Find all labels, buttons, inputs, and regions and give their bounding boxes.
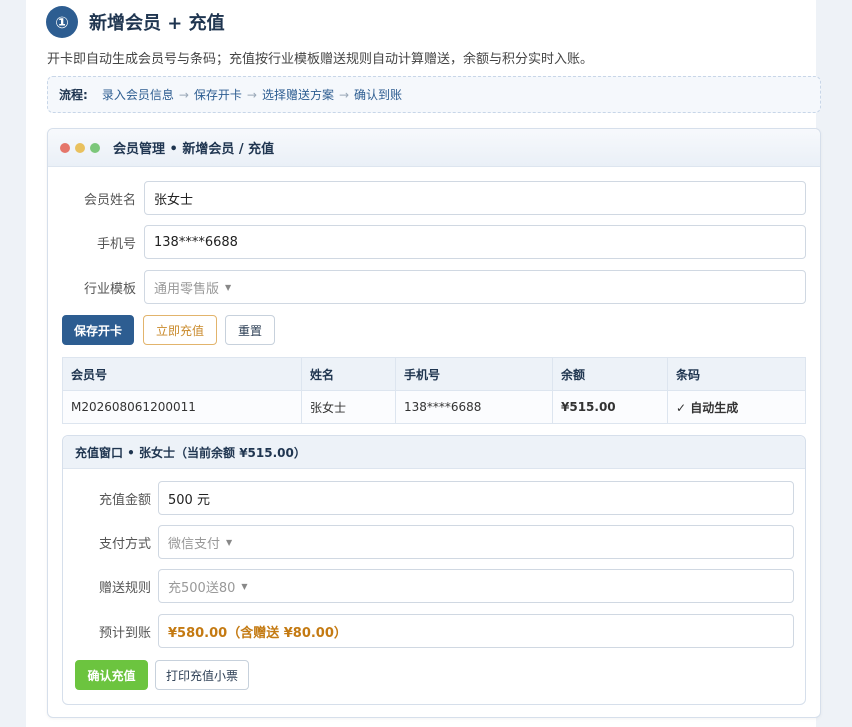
arrow-right-icon: → — [178, 87, 189, 102]
caret-down-icon: ▼ — [226, 537, 233, 547]
bonus-rule-value: 充500送80 — [168, 580, 236, 596]
member-phone-label: 手机号 — [96, 236, 136, 252]
industry-template-row: 行业模板 通用零售版 ▼ — [62, 270, 806, 304]
cell-balance: ¥515.00 — [552, 390, 668, 424]
flow-step-3: 选择赠送方案 — [261, 88, 334, 102]
cell-barcode-status: ✓ 自动生成 — [667, 390, 806, 424]
arrow-right-icon: → — [338, 87, 350, 102]
window-close-icon[interactable] — [60, 142, 70, 153]
flow-label: 流程: — [59, 88, 88, 102]
step-number-badge: ① — [46, 6, 78, 38]
cell-name: 张女士 — [301, 390, 396, 424]
flow-bar: 流程: 录入会员信息 → 保存开卡 → 选择赠送方案 → 确认到账 — [47, 76, 821, 113]
confirm-recharge-button[interactable]: 确认充值 — [75, 660, 148, 690]
recharge-amount-input[interactable]: 500 元 — [158, 481, 794, 515]
arrow-right-icon: → — [246, 87, 257, 102]
member-phone-input[interactable]: 138****6688 — [144, 225, 806, 259]
print-receipt-button[interactable]: 打印充值小票 — [155, 660, 249, 690]
expected-arrival-label: 预计到账 — [98, 625, 151, 641]
payment-method-value: 微信支付 — [168, 536, 221, 552]
flow-step-1: 录入会员信息 — [101, 88, 174, 102]
column-header-phone: 手机号 — [395, 357, 553, 391]
page: ① 新增会员 + 充值 开卡即自动生成会员号与条码；充值按行业模板赠送规则自动计… — [26, 0, 821, 727]
bonus-rule-label: 赠送规则 — [98, 580, 151, 596]
window-titlebar: 会员管理 • 新增会员 / 充值 — [48, 129, 820, 167]
section-header: ① 新增会员 + 充值 — [46, 6, 225, 38]
member-name-row: 会员姓名 张女士 — [62, 181, 806, 215]
cell-phone: 138****6688 — [395, 390, 553, 424]
column-header-barcode: 条码 — [667, 357, 806, 391]
recharge-amount-row: 充值金额 500 元 — [75, 481, 794, 515]
recharge-amount-label: 充值金额 — [98, 492, 151, 508]
payment-method-row: 支付方式 微信支付 ▼ — [75, 525, 794, 559]
member-window: 会员管理 • 新增会员 / 充值 会员姓名 张女士 手机号 138****668… — [47, 128, 821, 718]
member-name-input[interactable]: 张女士 — [144, 181, 806, 215]
bonus-rule-select[interactable]: 充500送80 ▼ — [158, 569, 794, 603]
table-header-row: 会员号 姓名 手机号 余额 条码 — [62, 357, 806, 391]
flow-step-2: 保存开卡 — [193, 88, 242, 102]
window-title: 会员管理 • 新增会员 / 充值 — [113, 142, 275, 157]
expected-arrival-row: 预计到账 ¥580.00（含赠送 ¥80.00） — [75, 614, 794, 648]
window-minimize-icon[interactable] — [75, 142, 85, 153]
column-header-member-no: 会员号 — [62, 357, 302, 391]
flow-step-4: 确认到账 — [354, 88, 403, 102]
recharge-panel-title: 充值窗口 • 张女士（当前余额 ¥515.00） — [63, 436, 805, 469]
recharge-now-button[interactable]: 立即充值 — [143, 315, 217, 345]
bonus-rule-row: 赠送规则 充500送80 ▼ — [75, 569, 794, 603]
industry-template-select[interactable]: 通用零售版 ▼ — [144, 270, 806, 304]
expected-arrival-value: ¥580.00（含赠送 ¥80.00） — [158, 614, 794, 648]
window-maximize-icon[interactable] — [90, 142, 100, 153]
recharge-panel: 充值窗口 • 张女士（当前余额 ¥515.00） 充值金额 500 元 支付方式… — [62, 435, 806, 705]
table-row[interactable]: M202608061200011 张女士 138****6688 ¥515.00… — [62, 390, 806, 424]
industry-template-value: 通用零售版 — [154, 281, 220, 297]
member-table: 会员号 姓名 手机号 余额 条码 M202608061200011 张女士 13… — [62, 357, 806, 424]
cell-member-no: M202608061200011 — [62, 390, 302, 424]
reset-button[interactable]: 重置 — [225, 315, 275, 345]
save-card-button[interactable]: 保存开卡 — [62, 315, 134, 345]
member-name-label: 会员姓名 — [83, 192, 136, 208]
caret-down-icon: ▼ — [225, 282, 232, 292]
industry-template-label: 行业模板 — [83, 281, 136, 297]
member-phone-row: 手机号 138****6688 — [62, 225, 806, 259]
section-description: 开卡即自动生成会员号与条码；充值按行业模板赠送规则自动计算赠送，余额与积分实时入… — [47, 52, 594, 67]
payment-method-select[interactable]: 微信支付 ▼ — [158, 525, 794, 559]
caret-down-icon: ▼ — [241, 581, 248, 591]
section-title: 新增会员 + 充值 — [89, 13, 225, 34]
payment-method-label: 支付方式 — [98, 536, 151, 552]
column-header-balance: 余额 — [552, 357, 668, 391]
column-header-name: 姓名 — [301, 357, 396, 391]
